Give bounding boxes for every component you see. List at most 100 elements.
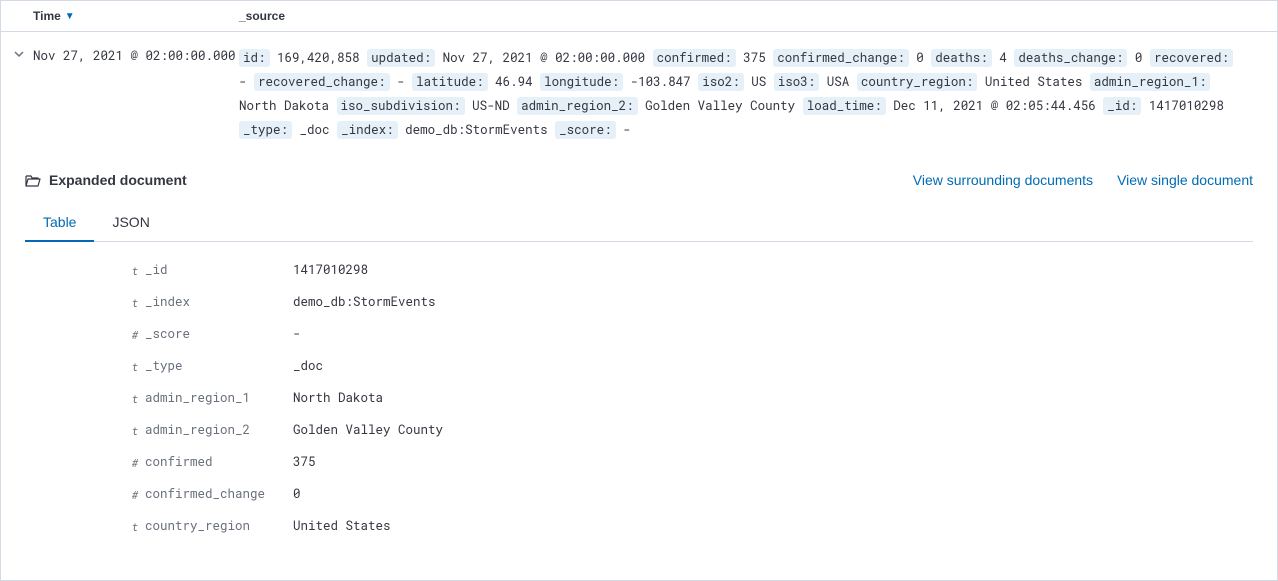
source-field-key: recovered_change:: [254, 73, 390, 91]
cell-source: id: 169,420,858 updated: Nov 27, 2021 @ …: [239, 46, 1261, 142]
expanded-document: Expanded document View surrounding docum…: [1, 156, 1277, 542]
source-field-value: -: [623, 122, 631, 138]
header-links: View surrounding documents View single d…: [913, 172, 1253, 188]
source-field-value: USA: [827, 74, 850, 90]
source-field-key: confirmed:: [653, 49, 736, 67]
view-single-link[interactable]: View single document: [1117, 172, 1253, 188]
document-viewer: Time ▼ _source Nov 27, 2021 @ 02:00:00.0…: [0, 0, 1278, 581]
source-field-value: 0: [916, 50, 924, 66]
source-field-value: Golden Valley County: [645, 98, 795, 114]
source-field-key: longitude:: [540, 73, 623, 91]
source-field-value: 169,420,858: [277, 50, 360, 66]
field-type-icon: t: [125, 359, 145, 374]
cell-timestamp: Nov 27, 2021 @ 02:00:00.000: [29, 46, 239, 64]
source-field-key: updated:: [367, 49, 435, 67]
field-name: admin_region_2: [145, 422, 293, 438]
source-field-value: US: [751, 74, 766, 90]
field-value: _doc: [293, 358, 323, 374]
source-field-value: 375: [743, 50, 766, 66]
field-row: #_score -: [125, 318, 1253, 350]
field-type-icon: #: [125, 455, 145, 470]
field-row: tadmin_region_2Golden Valley County: [125, 414, 1253, 446]
field-value: North Dakota: [293, 390, 383, 406]
source-field-key: iso3:: [774, 73, 820, 91]
chevron-down-icon: [13, 48, 25, 60]
source-field-key: id:: [239, 49, 270, 67]
source-field-value: _doc: [300, 122, 330, 138]
sort-descending-icon: ▼: [65, 11, 75, 22]
field-row: t_indexdemo_db:StormEvents: [125, 286, 1253, 318]
field-value: 375: [293, 454, 316, 470]
source-field-value: -: [239, 74, 254, 90]
source-field-value: North Dakota: [239, 98, 329, 114]
source-field-value: United States: [985, 74, 1083, 90]
source-field-key: confirmed_change:: [773, 49, 909, 67]
source-field-key: admin_region_2:: [517, 97, 638, 115]
field-row: #confirmed_change0: [125, 478, 1253, 510]
source-field-key: iso_subdivision:: [337, 97, 465, 115]
field-value: United States: [293, 518, 391, 534]
field-row: tadmin_region_1North Dakota: [125, 382, 1253, 414]
field-row: t_type_doc: [125, 350, 1253, 382]
folder-open-icon: [25, 174, 39, 186]
source-field-key: deaths:: [931, 49, 992, 67]
source-field-value: Nov 27, 2021 @ 02:00:00.000: [443, 50, 646, 66]
field-name: admin_region_1: [145, 390, 293, 406]
view-surrounding-link[interactable]: View surrounding documents: [913, 172, 1093, 188]
source-field-key: recovered:: [1150, 49, 1233, 67]
field-name: _type: [145, 358, 293, 374]
source-field-value: 0: [1135, 50, 1143, 66]
field-type-icon: t: [125, 263, 145, 278]
source-field-value: Dec 11, 2021 @ 02:05:44.456: [893, 98, 1096, 114]
table-header: Time ▼ _source: [1, 1, 1277, 32]
source-field-value: demo_db:StormEvents: [405, 122, 548, 138]
field-value: -: [293, 326, 301, 342]
field-value: 1417010298: [293, 262, 368, 278]
field-type-icon: t: [125, 295, 145, 310]
source-field-key: _index:: [337, 121, 398, 139]
collapse-toggle[interactable]: [9, 46, 29, 63]
expanded-title-label: Expanded document: [49, 172, 187, 188]
field-name: confirmed_change: [145, 486, 293, 502]
header-source-label: _source: [239, 9, 285, 23]
field-name: country_region: [145, 518, 293, 534]
field-type-icon: t: [125, 519, 145, 534]
source-field-value: -: [397, 74, 412, 90]
field-type-icon: #: [125, 487, 145, 502]
source-field-value: 4: [999, 50, 1007, 66]
field-row: t_id1417010298: [125, 254, 1253, 286]
source-field-key: _type:: [239, 121, 292, 139]
tab-table[interactable]: Table: [25, 204, 94, 242]
field-name: _score: [145, 326, 293, 342]
source-field-key: deaths_change:: [1014, 49, 1127, 67]
expanded-title: Expanded document: [25, 172, 187, 188]
field-value: 0: [293, 486, 301, 502]
field-table: t_id1417010298t_indexdemo_db:StormEvents…: [25, 254, 1253, 542]
source-field-key: iso2:: [698, 73, 744, 91]
header-time-label: Time: [33, 9, 61, 23]
field-name: _index: [145, 294, 293, 310]
source-field-key: latitude:: [412, 73, 488, 91]
source-field-key: _id:: [1103, 97, 1141, 115]
table-row: Nov 27, 2021 @ 02:00:00.000 id: 169,420,…: [1, 32, 1277, 156]
field-value: demo_db:StormEvents: [293, 294, 436, 310]
field-type-icon: #: [125, 327, 145, 342]
source-field-key: admin_region_1:: [1090, 73, 1211, 91]
expanded-header: Expanded document View surrounding docum…: [25, 172, 1253, 188]
column-header-time[interactable]: Time ▼: [33, 9, 239, 23]
source-field-value: -103.847: [631, 74, 691, 90]
field-value: Golden Valley County: [293, 422, 443, 438]
field-row: #confirmed375: [125, 446, 1253, 478]
field-type-icon: t: [125, 391, 145, 406]
source-field-key: _score:: [555, 121, 616, 139]
source-field-value: 46.94: [495, 74, 533, 90]
source-field-value: US-ND: [472, 98, 510, 114]
source-field-key: country_region:: [857, 73, 978, 91]
field-name: _id: [145, 262, 293, 278]
tabs: Table JSON: [25, 204, 1253, 242]
tab-json[interactable]: JSON: [94, 204, 167, 241]
field-name: confirmed: [145, 454, 293, 470]
column-header-source[interactable]: _source: [239, 9, 1277, 23]
source-field-key: load_time:: [803, 97, 886, 115]
field-type-icon: t: [125, 423, 145, 438]
